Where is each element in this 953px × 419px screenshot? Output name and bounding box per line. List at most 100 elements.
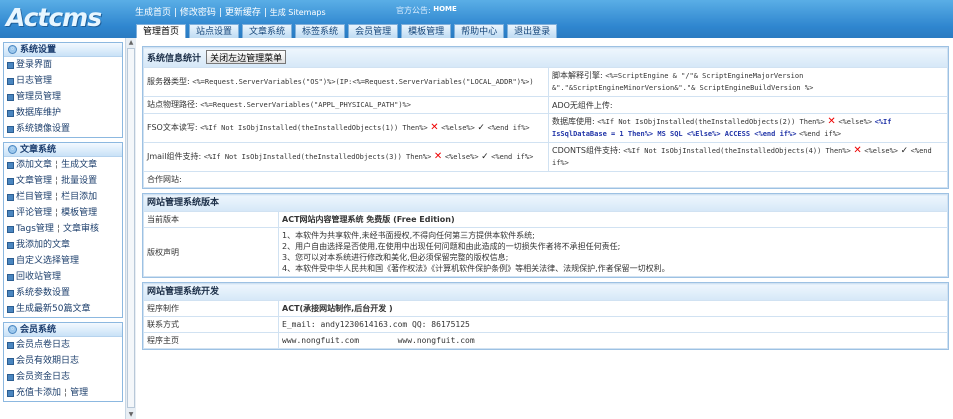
maker-value: ACT(承接网站制作,后台开发 ) bbox=[278, 300, 948, 317]
tab-help-center[interactable]: 帮助中心 bbox=[454, 24, 505, 38]
sidebar-section-article: ◦ 文章系统 添加文章 ¦ 生成文章 文章管理 ¦ 批量设置 栏目管理 ¦ 栏目添加 评论管理… bbox=[3, 142, 123, 318]
sidebar-item-row: Tags管理 ¦ 文章审核 bbox=[4, 221, 122, 237]
sidebar-item-generate-latest[interactable]: 生成最新50篇文章 bbox=[4, 301, 122, 317]
sidebar-item-article-review[interactable]: 文章审核 bbox=[63, 224, 99, 234]
notice-value[interactable]: HOME bbox=[433, 5, 457, 13]
top-links: 生成首页 | 修改密码 | 更新缓存 | 生成 Sitemaps bbox=[135, 8, 326, 18]
partner-site-cell: 合作网站: bbox=[143, 171, 948, 188]
sidebar-item-member-funds-log[interactable]: 会员资金日志 bbox=[4, 369, 122, 385]
check-icon: ✓ bbox=[481, 152, 489, 162]
tab-member-management[interactable]: 会员管理 bbox=[348, 24, 399, 38]
contact-label: 联系方式 bbox=[143, 316, 279, 333]
link-update-cache[interactable]: 更新缓存 bbox=[225, 8, 261, 18]
tab-article-system[interactable]: 文章系统 bbox=[242, 24, 293, 38]
sidebar-item-login-page[interactable]: 登录界面 bbox=[4, 57, 122, 73]
sidebar-section-header[interactable]: ◦ 会员系统 bbox=[4, 323, 122, 337]
sidebar-item-batch-settings[interactable]: 批量设置 bbox=[61, 176, 97, 186]
version-panel: 网站管理系统版本 当前版本 ACT网站内容管理系统 免费版 (Free Edit… bbox=[142, 193, 949, 278]
sidebar-item-db[interactable]: 数据库维护 bbox=[4, 105, 122, 121]
close-left-menu-button[interactable]: 关闭左边管理菜单 bbox=[206, 50, 287, 64]
link-change-password[interactable]: 修改密码 bbox=[180, 8, 216, 18]
contact-value: E_mail: andy1230614163.com QQ: 86175125 bbox=[278, 316, 948, 333]
system-info-header: 系统信息统计 关闭左边管理菜单 bbox=[143, 47, 948, 68]
notice-label: 官方公告: bbox=[396, 6, 431, 15]
sidebar-item-recharge-add[interactable]: 充值卡添加 bbox=[16, 388, 61, 398]
sidebar-item-row: 栏目管理 ¦ 栏目添加 bbox=[4, 189, 122, 205]
current-version-label: 当前版本 bbox=[143, 211, 279, 228]
cross-icon: ✕ bbox=[433, 151, 443, 162]
sidebar-item-row: 文章管理 ¦ 批量设置 bbox=[4, 173, 122, 189]
jmail-cell: Jmail组件支持: <%If Not IsObjInstalled(theIn… bbox=[143, 142, 549, 172]
sidebar-item-custom-select[interactable]: 自定义选择管理 bbox=[4, 253, 122, 269]
homepage-link-2[interactable]: www.nongfuit.com bbox=[398, 336, 475, 345]
sidebar-item-column-manage[interactable]: 栏目管理 bbox=[16, 192, 52, 202]
sidebar-item-admin[interactable]: 管理员管理 bbox=[4, 89, 122, 105]
sidebar-item-column-add[interactable]: 栏目添加 bbox=[61, 192, 97, 202]
sidebar-item-row: 添加文章 ¦ 生成文章 bbox=[4, 157, 122, 173]
site-logo: Actcms bbox=[6, 3, 102, 32]
server-type-value: <%=Request.ServerVariables("OS")%>(IP:<%… bbox=[192, 78, 534, 86]
tab-logout[interactable]: 退出登录 bbox=[507, 24, 558, 38]
sidebar-item-member-points-log[interactable]: 会员点卷日志 bbox=[4, 337, 122, 353]
ado-upload-cell: ADO无组件上传: bbox=[548, 96, 948, 114]
sidebar-scrollbar[interactable]: ▲ ▼ bbox=[125, 38, 136, 419]
sidebar-item-recycle-bin[interactable]: 回收站管理 bbox=[4, 269, 122, 285]
sidebar-item-generate-article[interactable]: 生成文章 bbox=[61, 160, 97, 170]
homepage-label: 程序主页 bbox=[143, 332, 279, 349]
section-toggle-icon: ◦ bbox=[8, 325, 17, 334]
sidebar: ◦ 系统设置 登录界面 日志管理 管理员管理 数据库维护 系统镜像设置 ◦ 文章系统… bbox=[0, 38, 125, 419]
physical-path-value: <%=Request.ServerVariables("APPL_PHYSICA… bbox=[200, 101, 411, 109]
tab-tag-system[interactable]: 标签系统 bbox=[295, 24, 346, 38]
development-header: 网站管理系统开发 bbox=[143, 283, 948, 301]
maker-label: 程序制作 bbox=[143, 300, 279, 317]
system-info-panel: 系统信息统计 关闭左边管理菜单 服务器类型: <%=Request.Server… bbox=[142, 46, 949, 189]
check-icon: ✓ bbox=[477, 123, 485, 133]
sidebar-item-comment-manage[interactable]: 评论管理 bbox=[16, 208, 52, 218]
sidebar-item-mirror[interactable]: 系统镜像设置 bbox=[4, 121, 122, 137]
scroll-down-icon[interactable]: ▼ bbox=[127, 410, 135, 419]
sidebar-section-system: ◦ 系统设置 登录界面 日志管理 管理员管理 数据库维护 系统镜像设置 bbox=[3, 42, 123, 138]
cdonts-cell: CDONTS组件支持: <%If Not IsObjInstalled(theI… bbox=[548, 142, 948, 172]
homepage-link[interactable]: www.nongfuit.com bbox=[282, 336, 359, 345]
sidebar-item-template-manage[interactable]: 模板管理 bbox=[61, 208, 97, 218]
link-generate-home[interactable]: 生成首页 bbox=[135, 8, 171, 18]
tab-site-settings[interactable]: 站点设置 bbox=[189, 24, 240, 38]
cross-icon: ✕ bbox=[827, 116, 836, 127]
homepage-value: www.nongfuit.com www.nongfuit.com bbox=[278, 332, 948, 349]
tab-template-management[interactable]: 模板管理 bbox=[401, 24, 452, 38]
current-version-value: ACT网站内容管理系统 免费版 (Free Edition) bbox=[278, 211, 948, 228]
development-panel: 网站管理系统开发 程序制作 ACT(承接网站制作,后台开发 ) 联系方式 E_m… bbox=[142, 282, 949, 350]
version-header: 网站管理系统版本 bbox=[143, 194, 948, 212]
sidebar-item-add-article[interactable]: 添加文章 bbox=[16, 160, 52, 170]
sidebar-item-member-validity-log[interactable]: 会员有效期日志 bbox=[4, 353, 122, 369]
copyright-text: 1、本软件为共享软件,未经书面授权,不得向任何第三方提供本软件系统; 2、用户自… bbox=[278, 227, 948, 277]
sidebar-section-header[interactable]: ◦ 系统设置 bbox=[4, 43, 122, 57]
cross-icon: ✕ bbox=[430, 122, 439, 133]
sidebar-item-article-manage[interactable]: 文章管理 bbox=[16, 176, 52, 186]
main-tabs: 管理首页 站点设置 文章系统 标签系统 会员管理 模板管理 帮助中心 退出登录 bbox=[136, 24, 560, 38]
sidebar-item-system-params[interactable]: 系统参数设置 bbox=[4, 285, 122, 301]
section-toggle-icon: ◦ bbox=[8, 145, 17, 154]
database-cell: 数据库使用: <%If Not IsObjInstalled(theInstal… bbox=[548, 113, 948, 143]
sidebar-item-row: 评论管理 ¦ 模板管理 bbox=[4, 205, 122, 221]
sidebar-section-member: ◦ 会员系统 会员点卷日志 会员有效期日志 会员资金日志 充值卡添加 ¦ 管理 bbox=[3, 322, 123, 402]
sidebar-section-header[interactable]: ◦ 文章系统 bbox=[4, 143, 122, 157]
link-generate-sitemaps[interactable]: 生成 Sitemaps bbox=[270, 8, 326, 17]
sidebar-item-log[interactable]: 日志管理 bbox=[4, 73, 122, 89]
scroll-up-icon[interactable]: ▲ bbox=[127, 38, 135, 47]
top-banner: Actcms 生成首页 | 修改密码 | 更新缓存 | 生成 Sitemaps 官方公… bbox=[0, 0, 953, 38]
section-toggle-icon: ◦ bbox=[8, 45, 17, 54]
fso-cell: FSO文本读写: <%If Not IsObjInstalled(theInst… bbox=[143, 113, 549, 143]
copyright-label: 版权声明 bbox=[143, 227, 279, 277]
sidebar-item-recharge-manage[interactable]: 管理 bbox=[70, 388, 88, 398]
cross-icon: ✕ bbox=[853, 145, 862, 156]
main-content: 系统信息统计 关闭左边管理菜单 服务器类型: <%=Request.Server… bbox=[142, 46, 949, 354]
sidebar-item-tags-manage[interactable]: Tags管理 bbox=[16, 224, 54, 234]
scrollbar-thumb[interactable] bbox=[127, 48, 135, 408]
sidebar-item-my-articles[interactable]: 我添加的文章 bbox=[4, 237, 122, 253]
check-icon: ✓ bbox=[900, 146, 909, 156]
official-notice: 官方公告: HOME bbox=[396, 5, 457, 16]
tab-admin-home[interactable]: 管理首页 bbox=[136, 24, 187, 38]
physical-path-cell: 站点物理路径: <%=Request.ServerVariables("APPL… bbox=[143, 96, 549, 114]
script-engine-cell: 脚本解释引擎: <%=ScriptEngine & "/"& ScriptEng… bbox=[548, 67, 948, 97]
